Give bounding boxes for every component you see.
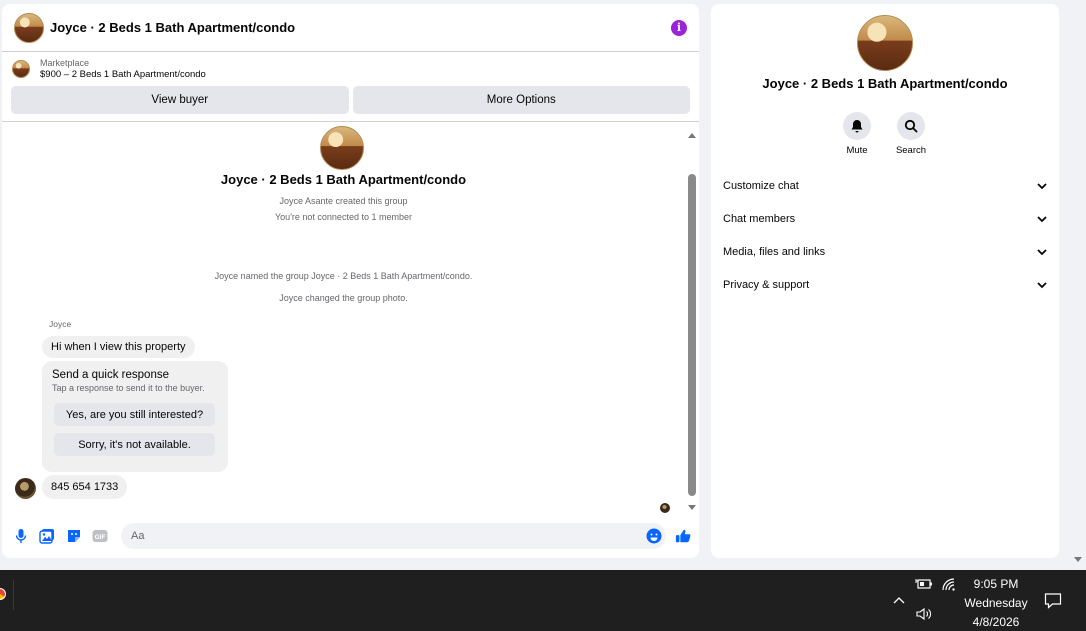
group-avatar[interactable] (14, 12, 44, 43)
sticker-icon[interactable] (66, 528, 82, 544)
group-created-text: Joyce Asante created this group (279, 196, 408, 206)
message-input[interactable] (121, 523, 666, 549)
search-icon (897, 112, 925, 140)
notification-icon[interactable] (1043, 591, 1063, 611)
quick-response-option[interactable]: Yes, are you still interested? (54, 403, 215, 426)
clock-date: 4/8/2026 (972, 615, 1020, 629)
chevron-down-icon (1035, 278, 1049, 292)
chevron-down-icon (1035, 179, 1049, 193)
section-privacy-support[interactable]: Privacy & support (723, 273, 1049, 297)
taskbar: 9:05 PM Wednesday 4/8/2026 (0, 570, 1086, 631)
quick-response-option[interactable]: Sorry, it's not available. (54, 433, 215, 456)
bell-icon (843, 112, 871, 140)
section-label: Media, files and links (723, 246, 826, 258)
mute-button[interactable]: Mute (832, 112, 882, 156)
chat-title[interactable]: Joyce · 2 Beds 1 Bath Apartment/condo (50, 20, 295, 35)
page-scroll-down-arrow[interactable] (1074, 557, 1082, 562)
chrome-icon (0, 588, 6, 600)
taskbar-app-chrome[interactable] (0, 580, 14, 610)
search-label: Search (895, 145, 927, 156)
info-icon[interactable]: i (671, 19, 687, 36)
section-customize-chat[interactable]: Customize chat (723, 174, 1049, 198)
section-label: Customize chat (723, 180, 799, 192)
photo-icon[interactable] (39, 528, 55, 544)
battery-icon[interactable] (914, 577, 934, 591)
emoji-icon[interactable] (646, 528, 662, 544)
like-icon[interactable] (675, 528, 691, 544)
group-avatar[interactable] (857, 15, 913, 71)
quick-response-title: Send a quick response (52, 369, 169, 381)
system-event: Joyce named the group Joyce · 2 Beds 1 B… (214, 271, 473, 281)
chevron-up-icon[interactable] (892, 594, 906, 606)
mic-icon[interactable] (13, 528, 29, 544)
sender-name: Joyce (49, 319, 72, 329)
scrollbar-thumb[interactable] (688, 174, 696, 496)
listing-actions: View buyer More Options (2, 86, 699, 114)
clock-day: Wednesday (964, 596, 1028, 610)
message-bubble[interactable]: Hi when I view this property (42, 336, 195, 358)
connection-status-text: You're not connected to 1 member (275, 212, 412, 222)
scroll-down-arrow[interactable] (688, 505, 696, 510)
chevron-down-icon (1035, 212, 1049, 226)
message-bubble[interactable]: 845 654 1733 (42, 475, 128, 499)
listing-title: $900 – 2 Beds 1 Bath Apartment/condo (40, 69, 206, 80)
scroll-up-arrow[interactable] (688, 133, 696, 138)
section-label: Chat members (723, 213, 796, 225)
chevron-down-icon (1035, 245, 1049, 259)
svg-text:GIF: GIF (95, 534, 106, 541)
system-event: Joyce changed the group photo. (279, 293, 408, 303)
section-media-files-links[interactable]: Media, files and links (723, 240, 1049, 264)
chat-panel: Joyce · 2 Beds 1 Bath Apartment/condo i … (2, 4, 699, 558)
divider (2, 121, 699, 122)
view-buyer-button[interactable]: View buyer (11, 86, 349, 114)
mute-label: Mute (846, 145, 868, 156)
marketplace-listing[interactable]: Marketplace $900 – 2 Beds 1 Bath Apartme… (2, 52, 699, 86)
clock-time: 9:05 PM (973, 577, 1019, 591)
quick-response-card: Send a quick response Tap a response to … (42, 361, 228, 472)
chat-header: Joyce · 2 Beds 1 Bath Apartment/condo i (2, 4, 699, 52)
listing-thumbnail (12, 60, 30, 78)
section-label: Privacy & support (723, 279, 810, 291)
message-list: Joyce · 2 Beds 1 Bath Apartment/condo Jo… (2, 126, 685, 513)
search-button[interactable]: Search (886, 112, 936, 156)
details-panel: Joyce · 2 Beds 1 Bath Apartment/condo Mu… (711, 4, 1059, 558)
composer: GIF (2, 521, 699, 551)
group-title: Joyce · 2 Beds 1 Bath Apartment/condo (220, 172, 467, 187)
section-chat-members[interactable]: Chat members (723, 207, 1049, 231)
sender-avatar[interactable] (15, 478, 36, 499)
quick-response-subtitle: Tap a response to send it to the buyer. (52, 383, 205, 393)
more-options-button[interactable]: More Options (352, 86, 690, 114)
details-title: Joyce · 2 Beds 1 Bath Apartment/condo (762, 76, 1008, 91)
taskbar-clock[interactable]: 9:05 PM Wednesday 4/8/2026 (956, 575, 1036, 631)
gif-icon[interactable]: GIF (92, 528, 108, 544)
group-photo (320, 126, 364, 170)
marketplace-label: Marketplace (40, 58, 90, 68)
scrollbar[interactable] (685, 130, 699, 512)
volume-icon[interactable] (914, 606, 934, 622)
read-receipt-avatar (660, 503, 670, 513)
